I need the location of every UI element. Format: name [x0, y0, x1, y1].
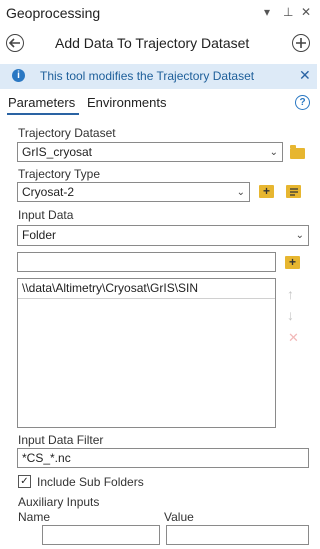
pin-icon[interactable]: ⊥: [283, 5, 293, 19]
auxiliary-inputs-label: Auxiliary Inputs: [18, 495, 100, 509]
include-sub-folders-label: Include Sub Folders: [37, 475, 144, 489]
pane-close-icon[interactable]: ✕: [301, 5, 311, 19]
trajectory-type-value: Cryosat-2: [22, 185, 75, 199]
trajectory-dataset-select[interactable]: GrIS_cryosat ⌄: [17, 142, 283, 162]
info-message: This tool modifies the Trajectory Datase…: [40, 69, 255, 83]
input-data-label: Input Data: [18, 208, 74, 222]
table-properties-icon[interactable]: [286, 185, 301, 198]
include-sub-folders-checkbox[interactable]: ✓: [18, 475, 31, 488]
tab-environments[interactable]: Environments: [87, 95, 166, 110]
remove-item-icon[interactable]: ✕: [288, 330, 299, 346]
input-data-new-entry[interactable]: [17, 252, 276, 272]
help-icon[interactable]: ?: [295, 95, 310, 110]
aux-name-input[interactable]: [42, 525, 160, 545]
aux-value-input[interactable]: [166, 525, 309, 545]
tool-title: Add Data To Trajectory Dataset: [55, 35, 250, 51]
trajectory-dataset-label: Trajectory Dataset: [18, 126, 116, 140]
add-trajectory-type-icon[interactable]: +: [259, 185, 274, 198]
input-data-list[interactable]: \\data\Altimetry\Cryosat\GrIS\SIN: [17, 278, 276, 428]
move-down-icon[interactable]: ↓: [287, 307, 294, 323]
trajectory-type-select[interactable]: Cryosat-2 ⌄: [17, 182, 250, 202]
info-icon: i: [12, 69, 25, 82]
input-data-filter-label: Input Data Filter: [18, 433, 104, 447]
trajectory-dataset-value: GrIS_cryosat: [22, 145, 93, 159]
chevron-down-icon: ⌄: [295, 230, 304, 241]
input-data-filter-input[interactable]: *CS_*.nc: [17, 448, 309, 468]
active-tab-indicator: [7, 113, 79, 115]
list-item[interactable]: \\data\Altimetry\Cryosat\GrIS\SIN: [18, 279, 275, 299]
plus-icon: [296, 38, 306, 48]
list-icon: [290, 188, 298, 196]
trajectory-type-label: Trajectory Type: [18, 167, 101, 181]
tab-parameters[interactable]: Parameters: [8, 95, 75, 110]
pane-title: Geoprocessing: [6, 5, 101, 21]
input-data-filter-value: *CS_*.nc: [22, 451, 71, 465]
chevron-down-icon: ⌄: [236, 187, 245, 198]
move-up-icon[interactable]: ↑: [287, 286, 294, 302]
back-button[interactable]: [6, 34, 24, 52]
folder-browse-icon[interactable]: [290, 145, 305, 159]
aux-value-column-header: Value: [164, 510, 194, 524]
input-data-type-value: Folder: [22, 228, 57, 242]
info-close-icon[interactable]: ✕: [299, 67, 311, 84]
chevron-down-icon: ⌄: [269, 147, 278, 158]
input-data-type-select[interactable]: Folder ⌄: [17, 225, 309, 246]
aux-name-column-header: Name: [18, 510, 51, 524]
input-data-path: \\data\Altimetry\Cryosat\GrIS\SIN: [22, 281, 199, 295]
add-folder-icon[interactable]: +: [285, 256, 300, 269]
pane-menu-icon[interactable]: ▾: [264, 5, 270, 19]
arrow-left-icon: [9, 38, 20, 48]
add-button[interactable]: [292, 34, 310, 52]
